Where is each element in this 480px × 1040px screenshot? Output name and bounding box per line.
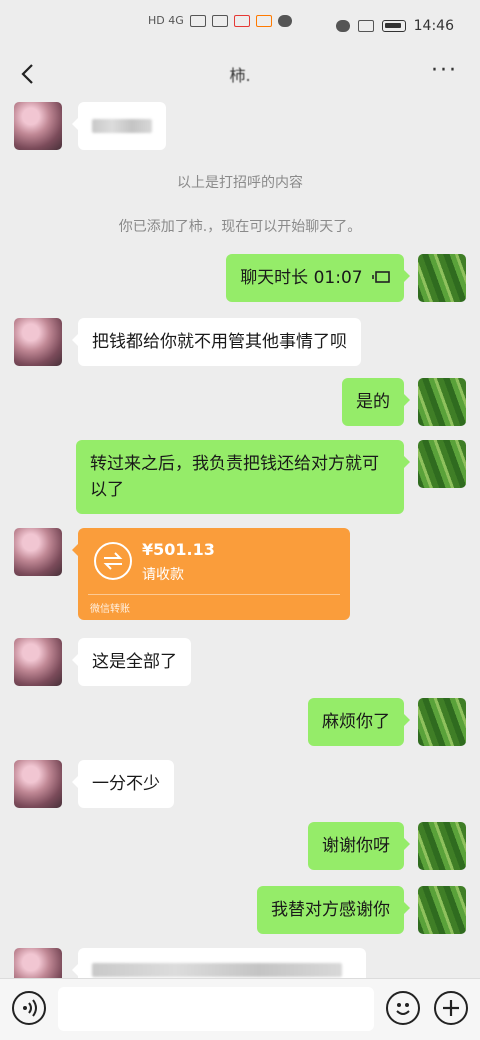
emoji-icon [396,1003,410,1015]
my-avatar[interactable] [418,378,466,426]
transfer-divider [88,594,340,595]
message-notification-icon [277,14,292,27]
emoji-button[interactable] [386,991,420,1025]
my-avatar[interactable] [418,886,466,934]
alarm-icon [335,20,350,32]
message-text: 一分不少 [92,774,160,794]
message-bubble[interactable]: 我替对方感谢你 [257,886,410,934]
message-text: 转过来之后，我负责把钱还给对方就可以了 [90,454,379,500]
contact-avatar[interactable] [14,638,62,686]
battery-icon [381,20,406,32]
message-bubble[interactable]: 一分不少 [72,760,174,808]
app-notification-icon-2 [255,14,272,27]
message-bubble[interactable]: 聊天时长 01:07 [226,254,410,302]
message-list[interactable]: 以上是打招呼的内容 你已添加了柿.，现在可以开始聊天了。 聊天时长 01:07 … [0,96,480,978]
contact-avatar[interactable] [14,102,62,150]
contact-avatar[interactable] [14,528,62,576]
transfer-status: 请收款 [142,567,184,583]
transfer-amount: ¥501.13 [142,540,215,559]
transfer-icon [94,542,132,580]
voice-icon [23,999,37,1017]
status-icons-left: HD 4G [148,14,292,27]
more-options-button[interactable]: ··· [431,58,458,83]
transfer-footer: 微信转账 [90,604,130,615]
contact-avatar[interactable] [14,948,62,978]
plus-button[interactable] [434,991,468,1025]
chat-title: 柿. [229,66,251,85]
message-text: 谢谢你呀 [322,836,390,856]
message-input[interactable] [58,987,374,1031]
my-avatar[interactable] [418,254,466,302]
message-bubble-blurred [72,948,366,978]
message-bubble-blurred [72,102,166,150]
status-icons-right: 14:46 [335,18,454,34]
input-bar [0,978,480,1040]
network-label: HD 4G [148,14,184,27]
my-avatar[interactable] [418,822,466,870]
system-note-greeting: 以上是打招呼的内容 [177,175,303,191]
message-bubble[interactable]: 转过来之后，我负责把钱还给对方就可以了 [76,440,410,514]
plus-icon [443,1000,459,1016]
message-text: 麻烦你了 [322,712,390,732]
transfer-card[interactable]: ¥501.13 请收款 微信转账 [72,528,350,620]
message-bubble[interactable]: 把钱都给你就不用管其他事情了呗 [72,318,361,366]
contact-avatar[interactable] [14,318,62,366]
status-bar: HD 4G 14:46 [0,0,480,52]
chat-header: 柿. ··· [0,52,480,96]
bluetooth-icon [357,20,374,32]
call-icon [372,271,390,283]
message-bubble[interactable]: 麻烦你了 [308,698,410,746]
signal-icon [189,14,206,27]
message-bubble[interactable]: 是的 [342,378,410,426]
voice-button[interactable] [12,991,46,1025]
message-text: 聊天时长 01:07 [240,268,363,288]
message-text: 是的 [356,392,390,412]
message-text: 把钱都给你就不用管其他事情了呗 [92,332,347,352]
app-notification-icon [233,14,250,27]
wifi-icon [211,14,228,27]
message-text: 我替对方感谢你 [271,900,390,920]
message-bubble[interactable]: 这是全部了 [72,638,191,686]
my-avatar[interactable] [418,440,466,488]
clock: 14:46 [413,18,454,34]
message-bubble[interactable]: 谢谢你呀 [308,822,410,870]
message-text: 这是全部了 [92,652,177,672]
contact-avatar[interactable] [14,760,62,808]
my-avatar[interactable] [418,698,466,746]
system-note-added: 你已添加了柿.，现在可以开始聊天了。 [118,219,362,235]
